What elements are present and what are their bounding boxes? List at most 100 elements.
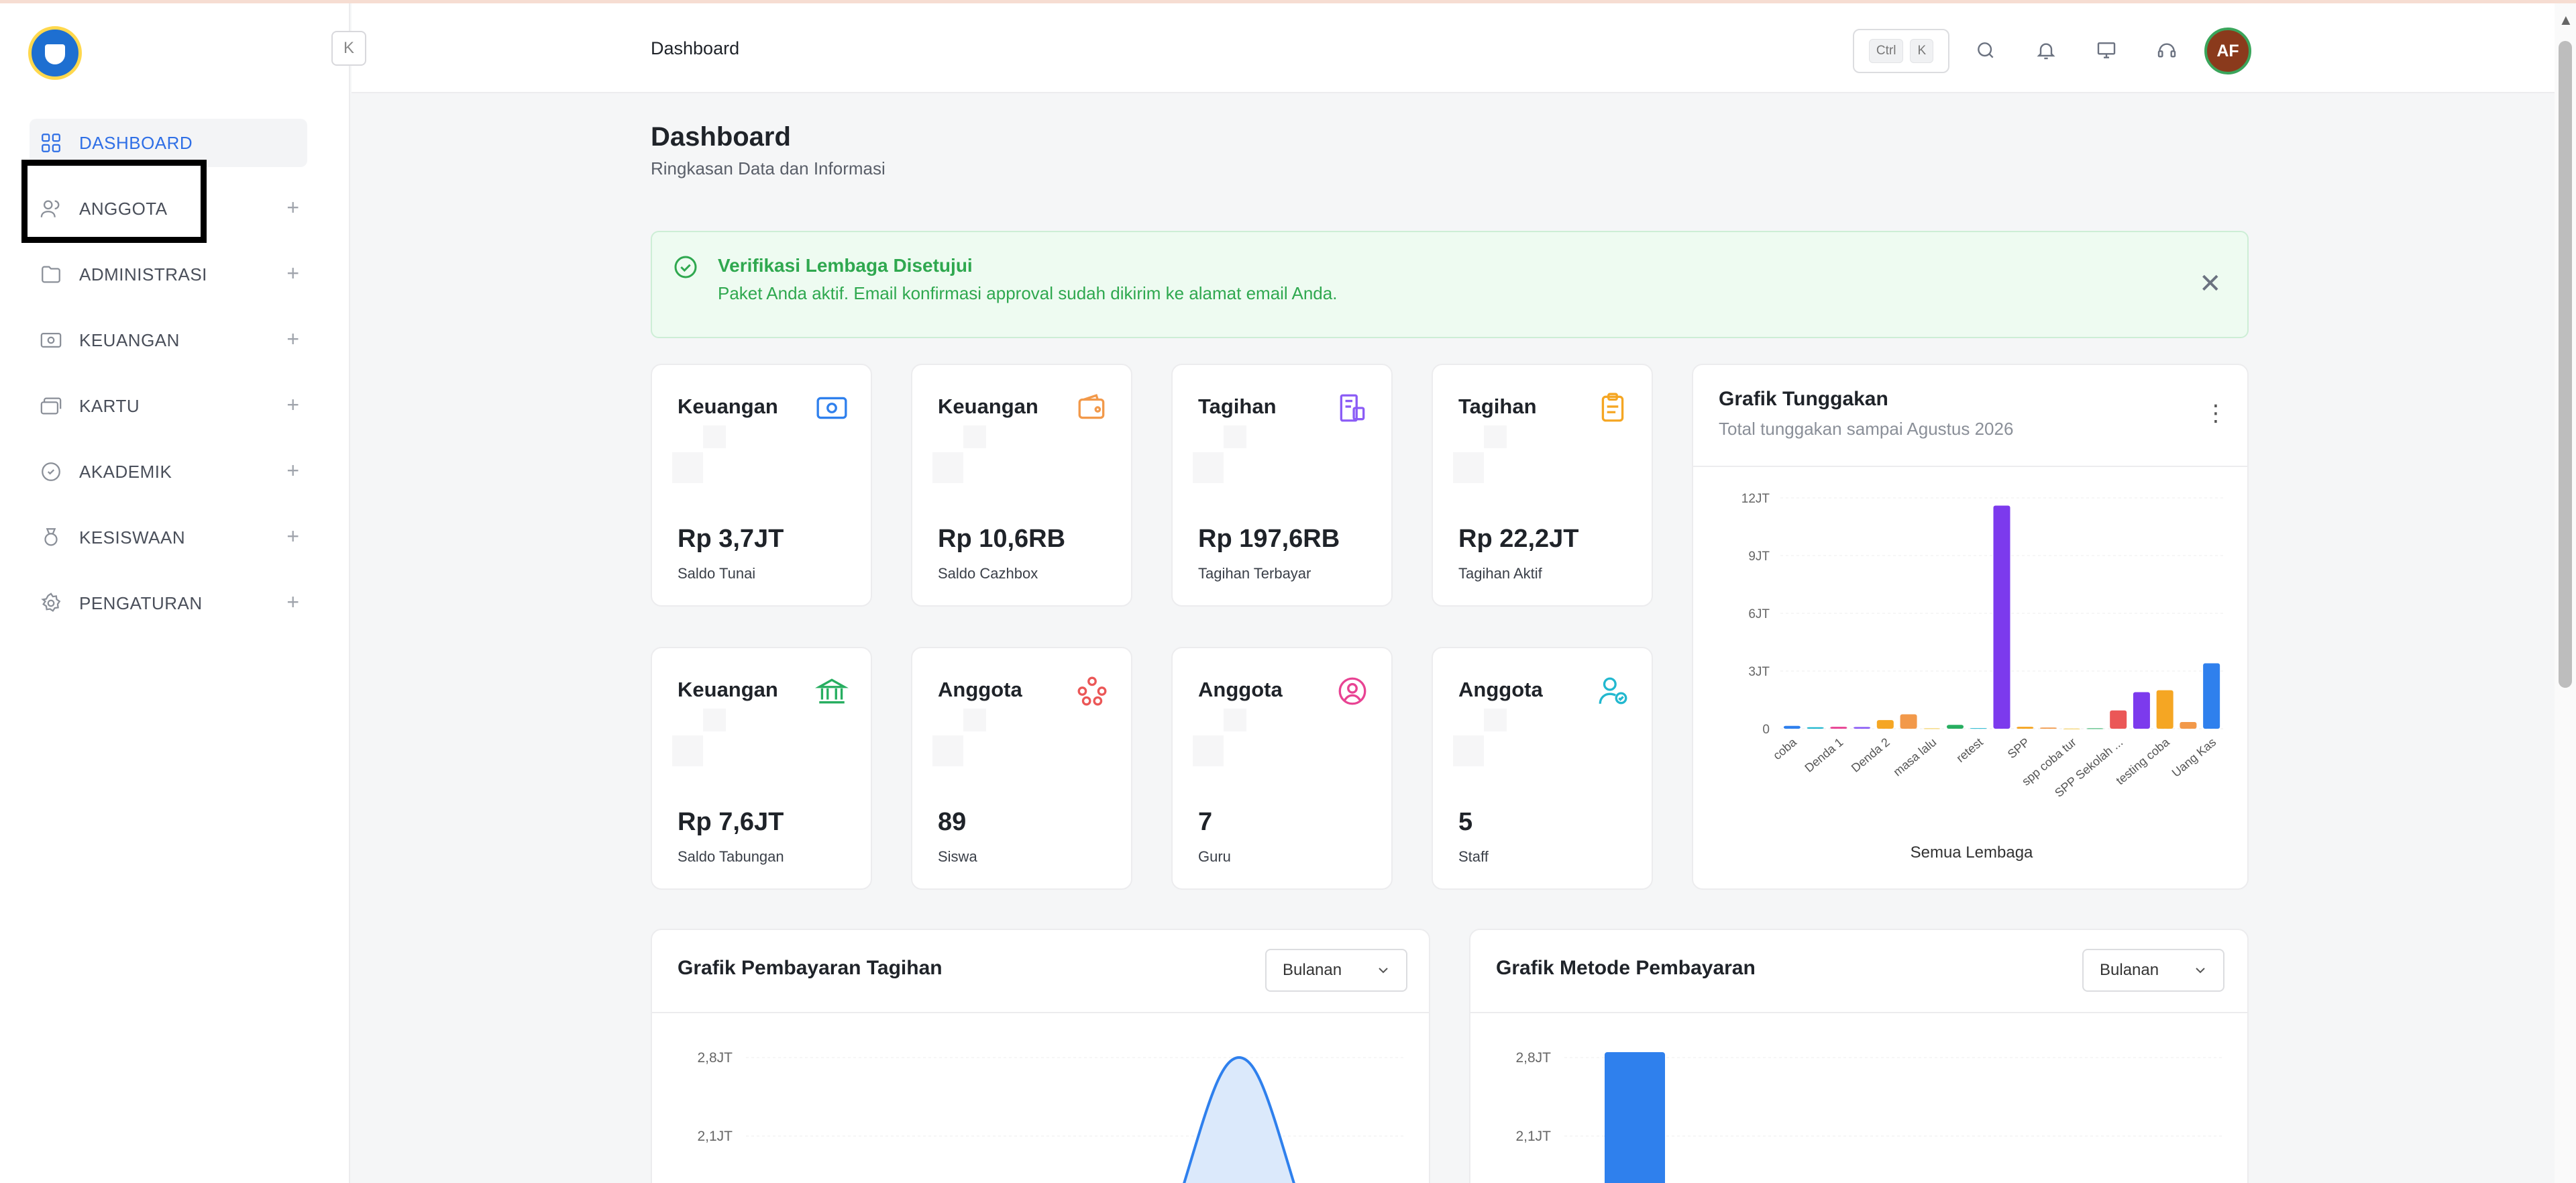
- stat-card-saldo-cazhbox[interactable]: Keuangan Rp 10,6RB Saldo Cazhbox: [911, 364, 1132, 607]
- expand-icon[interactable]: +: [286, 525, 299, 547]
- stat-caption: Guru: [1198, 848, 1231, 865]
- stat-value: Rp 22,2JT: [1458, 525, 1579, 553]
- alert-message: Paket Anda aktif. Email konfirmasi appro…: [718, 283, 1338, 303]
- sidebar-item-label: PENGATURAN: [79, 593, 203, 613]
- sidebar-item-kartu[interactable]: KARTU +: [30, 382, 307, 430]
- stat-label: Keuangan: [678, 395, 778, 418]
- stat-caption: Siswa: [938, 848, 977, 865]
- period-select[interactable]: Bulanan: [2082, 949, 2224, 992]
- period-select[interactable]: Bulanan: [1265, 949, 1407, 992]
- x-tick-label: Denda 1: [1802, 735, 1845, 775]
- expand-icon[interactable]: +: [286, 394, 299, 415]
- folder-icon: [39, 262, 63, 287]
- y-tick-label: 12JT: [1741, 492, 1770, 506]
- sidebar-item-label: KARTU: [79, 395, 140, 416]
- bar: [1830, 727, 1847, 729]
- page-scrollbar[interactable]: ▲: [2555, 3, 2576, 1183]
- kbd-k: K: [1910, 39, 1934, 63]
- monitor-icon[interactable]: [2093, 37, 2120, 64]
- expand-icon[interactable]: +: [286, 197, 299, 218]
- kbd-ctrl: Ctrl: [1868, 39, 1904, 63]
- stat-card-tagihan-terbayar[interactable]: Tagihan Rp 197,6RB Tagihan Terbayar: [1171, 364, 1393, 607]
- grid-icon: [39, 131, 63, 155]
- card-decoration: [1224, 709, 1246, 731]
- collapse-sidebar-button[interactable]: K: [331, 31, 366, 66]
- expand-icon[interactable]: +: [286, 591, 299, 613]
- card-decoration: [932, 735, 963, 766]
- bar: [1970, 728, 1987, 729]
- stat-caption: Tagihan Terbayar: [1198, 565, 1311, 582]
- card-decoration: [1224, 425, 1246, 448]
- card-decoration: [672, 452, 703, 483]
- school-logo[interactable]: [28, 26, 82, 80]
- stat-value: Rp 7,6JT: [678, 808, 784, 836]
- x-tick-label: SPP: [2005, 735, 2032, 761]
- wallet-icon: [1073, 389, 1111, 427]
- expand-icon[interactable]: +: [286, 460, 299, 481]
- bar: [2133, 692, 2150, 729]
- sidebar-item-pengaturan[interactable]: PENGATURAN +: [30, 579, 307, 627]
- user-avatar[interactable]: AF: [2204, 28, 2251, 74]
- card-decoration: [672, 735, 703, 766]
- selection-highlight: [21, 160, 207, 243]
- stat-card-tagihan-aktif[interactable]: Tagihan Rp 22,2JT Tagihan Aktif: [1432, 364, 1653, 607]
- bell-icon[interactable]: [2033, 37, 2059, 64]
- stat-caption: Tagihan Aktif: [1458, 565, 1542, 582]
- stat-value: Rp 10,6RB: [938, 525, 1066, 553]
- stat-caption: Saldo Tunai: [678, 565, 756, 582]
- card-decoration: [1193, 735, 1224, 766]
- stat-card-guru[interactable]: Anggota 7 Guru: [1171, 647, 1393, 890]
- sidebar-item-akademik[interactable]: AKADEMIK +: [30, 448, 307, 496]
- stat-caption: Staff: [1458, 848, 1489, 865]
- sidebar-item-keuangan[interactable]: KEUANGAN +: [30, 316, 307, 364]
- search-icon[interactable]: [1972, 37, 1999, 64]
- stat-card-staff[interactable]: Anggota 5 Staff: [1432, 647, 1653, 890]
- user-circle-icon: [1334, 672, 1371, 710]
- stat-label: Anggota: [1198, 678, 1283, 701]
- command-search-shortcut[interactable]: Ctrl K: [1853, 29, 1949, 73]
- stat-card-saldo-tabungan[interactable]: Keuangan Rp 7,6JT Saldo Tabungan: [651, 647, 872, 890]
- more-options-icon[interactable]: ⋮: [2204, 400, 2227, 427]
- y-tick-label: 9JT: [1748, 550, 1770, 564]
- bar: [1807, 727, 1824, 729]
- bar: [1605, 1052, 1665, 1183]
- sidebar-item-administrasi[interactable]: ADMINISTRASI +: [30, 250, 307, 299]
- stat-label: Keuangan: [678, 678, 778, 701]
- x-tick-label: coba: [1770, 735, 1800, 762]
- bar: [1900, 714, 1917, 729]
- x-tick-label: Uang Kas: [2169, 735, 2218, 780]
- close-icon[interactable]: ✕: [2199, 268, 2222, 299]
- pembayaran-chart-card: Grafik Pembayaran Tagihan Bulanan 2,8JT 2…: [651, 929, 1430, 1183]
- period-select-value: Bulanan: [2100, 961, 2159, 979]
- chevron-down-icon: [2192, 962, 2208, 983]
- card-decoration: [1453, 735, 1484, 766]
- page-subtitle: Ringkasan Data dan Informasi: [651, 158, 885, 178]
- scroll-up-icon[interactable]: ▲: [2559, 11, 2573, 29]
- chart-title: Grafik Tunggakan: [1719, 388, 1888, 410]
- scroll-thumb[interactable]: [2559, 41, 2572, 688]
- bar: [1783, 725, 1801, 729]
- y-tick-label: 2,1JT: [697, 1129, 733, 1144]
- bar: [2203, 663, 2220, 729]
- card-decoration: [1484, 709, 1507, 731]
- receipt-icon: [1334, 389, 1371, 427]
- stat-card-saldo-tunai[interactable]: Keuangan Rp 3,7JT Saldo Tunai: [651, 364, 872, 607]
- stat-value: 5: [1458, 808, 1473, 836]
- check-circle-icon: [672, 254, 699, 284]
- cash-icon: [813, 389, 851, 427]
- bar: [1923, 728, 1941, 729]
- stat-label: Keuangan: [938, 395, 1038, 418]
- card-decoration: [963, 425, 986, 448]
- sidebar-item-label: AKADEMIK: [79, 461, 172, 482]
- sidebar-item-kesiswaan[interactable]: KESISWAAN +: [30, 513, 307, 562]
- support-icon[interactable]: [2153, 37, 2180, 64]
- bar: [2180, 721, 2197, 729]
- expand-icon[interactable]: +: [286, 262, 299, 284]
- expand-icon[interactable]: +: [286, 328, 299, 350]
- bar: [1947, 725, 1964, 729]
- badge-icon: [39, 460, 63, 484]
- cards-icon: [39, 394, 63, 418]
- y-tick-label: 2,8JT: [1515, 1050, 1551, 1066]
- sidebar-item-label: ADMINISTRASI: [79, 264, 207, 285]
- stat-card-siswa[interactable]: Anggota 89 Siswa: [911, 647, 1132, 890]
